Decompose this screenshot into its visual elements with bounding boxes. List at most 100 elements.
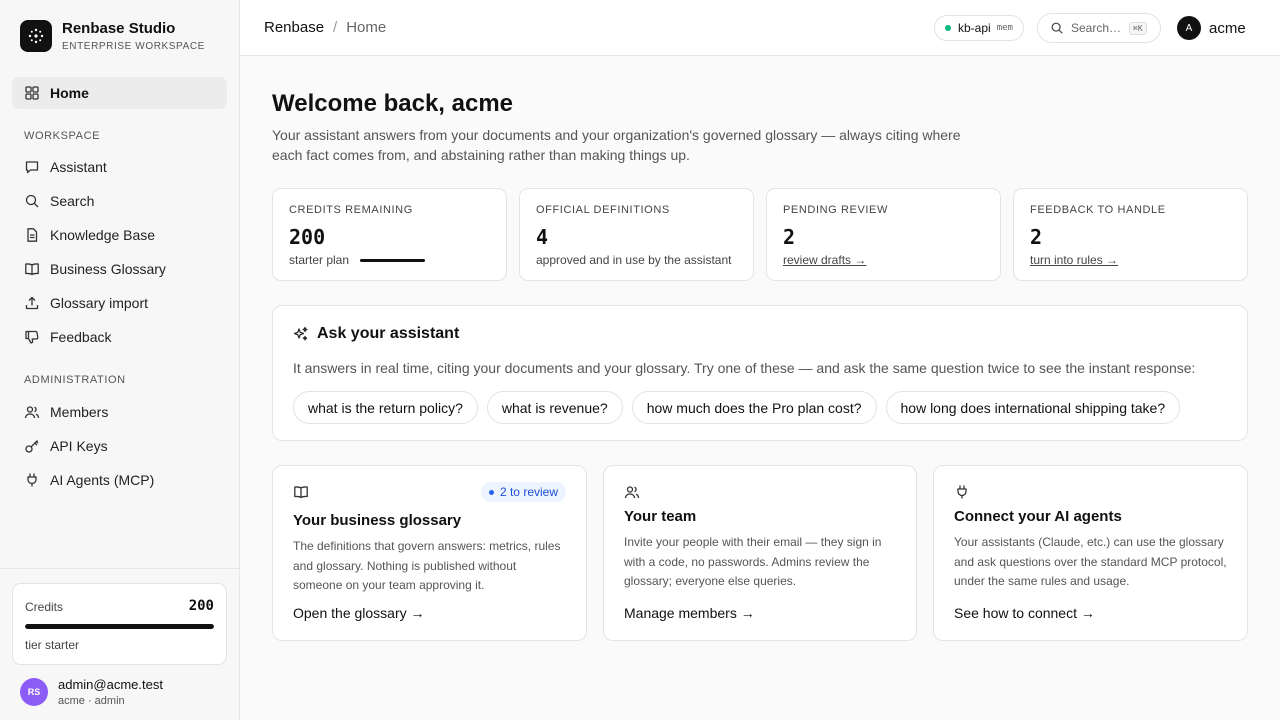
avatar: RS	[20, 678, 48, 706]
sidebar-item-label: Members	[50, 404, 109, 420]
sidebar-item-label: Assistant	[50, 159, 107, 175]
book-icon	[294, 486, 308, 499]
stat-label: CREDITS REMAINING	[289, 204, 413, 216]
stat-card-credits: CREDITS REMAINING 200 starter plan	[272, 188, 507, 281]
sidebar-item-home[interactable]: Home	[12, 77, 227, 109]
sidebar-item-api-keys[interactable]: API Keys	[12, 430, 227, 462]
stat-value: 2	[783, 225, 796, 249]
suggestion-chips: what is the return policy? what is reven…	[293, 391, 1189, 424]
top-header: Renbase / Home kb-api mem Search… ⌘K A a…	[240, 0, 1280, 56]
card-title: Your business glossary	[293, 512, 462, 529]
sidebar-item-label: Knowledge Base	[50, 227, 156, 243]
users-icon	[24, 406, 40, 419]
sidebar-item-members[interactable]: Members	[12, 396, 227, 428]
credits-tier: tier starter	[25, 638, 80, 652]
sidebar-item-label: Home	[50, 85, 89, 101]
search-input[interactable]: Search… ⌘K	[1037, 13, 1161, 43]
stat-note: starter plan	[289, 253, 350, 267]
credits-mini-bar	[360, 259, 425, 262]
page-title: Welcome back, acme	[272, 90, 514, 117]
card-glossary: 2 to review Your business glossary The d…	[272, 465, 587, 641]
card-title: Your team	[624, 508, 697, 525]
manage-members-link[interactable]: Manage members →	[624, 605, 755, 621]
plug-icon	[957, 485, 967, 499]
suggestion-chip[interactable]: what is revenue?	[486, 391, 623, 424]
account-menu[interactable]: A acme	[1177, 16, 1246, 40]
review-drafts-link[interactable]: review drafts →	[783, 253, 866, 267]
search-icon	[1051, 22, 1063, 34]
badge-dot-icon	[488, 489, 494, 495]
ask-title: Ask your assistant	[317, 325, 460, 342]
turn-into-rules-link[interactable]: turn into rules →	[1030, 253, 1118, 267]
sidebar-item-label: Search	[50, 193, 95, 209]
brand-subtitle: ENTERPRISE WORKSPACE	[62, 41, 205, 52]
sidebar-item-assistant[interactable]: Assistant	[12, 151, 227, 183]
stat-label: PENDING REVIEW	[783, 204, 888, 216]
suggestion-chip[interactable]: what is the return policy?	[293, 391, 478, 424]
sidebar-section-workspace: WORKSPACE	[24, 130, 101, 142]
suggestion-chip[interactable]: how much does the Pro plan cost?	[631, 391, 877, 424]
user-email: admin@acme.test	[58, 677, 163, 692]
ask-assistant-panel: Ask your assistant It answers in real ti…	[272, 305, 1248, 441]
search-shortcut: ⌘K	[1129, 21, 1147, 35]
stat-value: 4	[536, 225, 549, 249]
card-team: Your team Invite your people with their …	[603, 465, 917, 641]
card-text: The definitions that govern answers: met…	[293, 539, 561, 592]
sidebar-item-glossary-import[interactable]: Glossary import	[12, 287, 227, 319]
card-text: Your assistants (Claude, etc.) can use t…	[954, 535, 1227, 588]
suggestion-chip[interactable]: how long does international shipping tak…	[885, 391, 1181, 424]
grid-icon	[25, 86, 39, 100]
api-status-pill[interactable]: kb-api mem	[934, 15, 1024, 41]
sparkles-icon	[293, 326, 308, 341]
brand-logo-icon	[20, 20, 52, 52]
sidebar-item-business-glossary[interactable]: Business Glossary	[12, 253, 227, 285]
sidebar-item-label: AI Agents (MCP)	[50, 472, 155, 488]
account-name: acme	[1209, 19, 1246, 37]
sidebar-item-label: Feedback	[50, 329, 112, 345]
users-icon	[624, 486, 640, 499]
upload-icon	[25, 296, 39, 310]
search-placeholder: Search…	[1071, 21, 1122, 35]
sidebar-item-search[interactable]: Search	[12, 185, 227, 217]
card-ai-agents: Connect your AI agents Your assistants (…	[933, 465, 1248, 641]
sidebar-item-feedback[interactable]: Feedback	[12, 321, 227, 353]
api-tag: mem	[996, 23, 1013, 33]
credits-label: Credits	[25, 600, 64, 614]
credits-value: 200	[188, 598, 214, 614]
stat-label: OFFICIAL DEFINITIONS	[536, 204, 670, 216]
user-profile[interactable]: RS admin@acme.test acme · admin	[20, 677, 163, 707]
brand[interactable]: Renbase Studio ENTERPRISE WORKSPACE	[20, 20, 205, 52]
card-text: Invite your people with their email — th…	[624, 535, 882, 588]
stat-label: FEEDBACK TO HANDLE	[1030, 204, 1166, 216]
stat-note: approved and in use by the assistant	[536, 253, 732, 267]
open-glossary-link[interactable]: Open the glossary →	[293, 605, 425, 621]
key-icon	[25, 440, 39, 453]
status-dot-icon	[945, 25, 951, 31]
brand-name: Renbase Studio	[62, 20, 176, 37]
credits-progress-fill	[25, 624, 214, 629]
sidebar-item-label: API Keys	[50, 438, 108, 454]
sidebar-item-ai-agents[interactable]: AI Agents (MCP)	[12, 464, 227, 496]
ask-description: It answers in real time, citing your doc…	[293, 360, 1196, 376]
breadcrumb-current: Home	[346, 19, 387, 36]
sidebar-section-administration: ADMINISTRATION	[24, 374, 126, 386]
search-icon	[25, 194, 39, 208]
card-title: Connect your AI agents	[954, 508, 1122, 525]
avatar: A	[1177, 16, 1201, 40]
breadcrumb-separator: /	[333, 19, 338, 36]
chat-icon	[25, 161, 39, 174]
breadcrumb: Renbase / Home	[264, 19, 386, 36]
book-icon	[25, 263, 39, 276]
plug-icon	[27, 473, 37, 487]
stat-card-pending-review: PENDING REVIEW 2 review drafts →	[766, 188, 1001, 281]
stat-value: 2	[1030, 225, 1043, 249]
badge-label: 2 to review	[499, 485, 558, 499]
thumbs-down-icon	[25, 330, 39, 344]
breadcrumb-root[interactable]: Renbase	[264, 19, 324, 36]
credits-card[interactable]: Credits 200 tier starter	[12, 583, 227, 665]
sidebar-item-knowledge-base[interactable]: Knowledge Base	[12, 219, 227, 251]
connect-agents-link[interactable]: See how to connect →	[954, 605, 1095, 621]
sidebar-item-label: Glossary import	[50, 295, 149, 311]
stat-card-feedback: FEEDBACK TO HANDLE 2 turn into rules →	[1013, 188, 1248, 281]
sidebar-footer: Credits 200 tier starter RS admin@acme.t…	[0, 568, 239, 720]
